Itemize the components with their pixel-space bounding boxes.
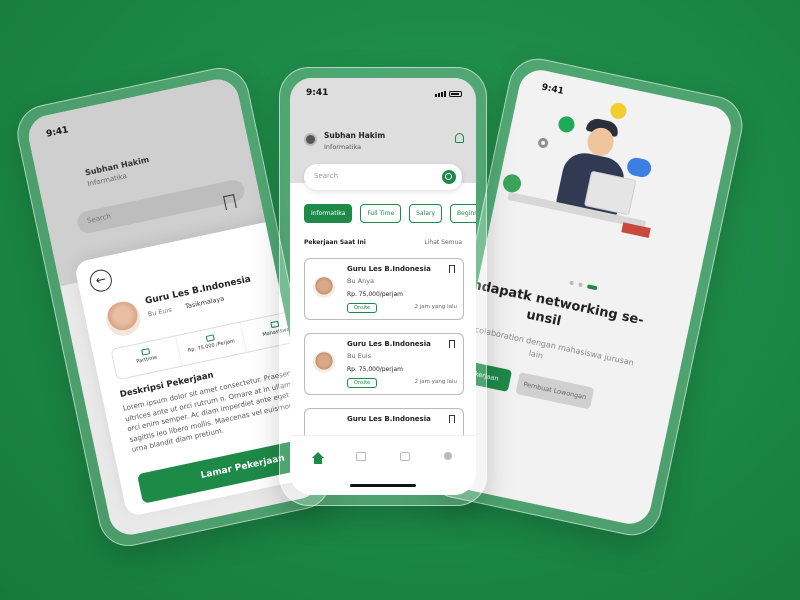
tile-parttime: Parttime bbox=[111, 336, 183, 380]
status-time: 9:41 bbox=[306, 88, 329, 98]
job-title: Guru Les B.Indonesia bbox=[347, 265, 431, 273]
status-badge: Onsite bbox=[347, 303, 378, 313]
job-card[interactable]: Guru Les B.Indonesia Bu Euis Rp. 75,000/… bbox=[304, 333, 464, 395]
teacher-name: Bu Euis bbox=[347, 352, 372, 360]
home-indicator bbox=[350, 484, 416, 487]
status-icons bbox=[435, 91, 462, 97]
avatar[interactable] bbox=[304, 133, 317, 146]
teacher-name: Bu Euis bbox=[147, 305, 173, 319]
bookmark-icon[interactable] bbox=[449, 340, 455, 348]
briefcase-icon[interactable] bbox=[400, 452, 410, 461]
back-arrow-icon[interactable]: ← bbox=[87, 267, 114, 294]
avatar bbox=[103, 298, 144, 339]
bell-icon[interactable] bbox=[455, 133, 464, 143]
filter-chips: Informatika Full Time Salary Beginner bbox=[304, 204, 476, 223]
home-icon-base bbox=[314, 458, 322, 464]
status-badge: Onsite bbox=[347, 378, 378, 388]
user-name: Subhan Hakim bbox=[324, 131, 386, 140]
status-time: 9:41 bbox=[540, 82, 565, 97]
price: Rp. 75,000/perjam bbox=[347, 291, 403, 298]
search-placeholder: Search bbox=[314, 172, 339, 180]
job-title: Guru Les B.Indonesia bbox=[347, 415, 431, 423]
books-icon bbox=[621, 222, 651, 238]
teacher-name: Bu Anya bbox=[347, 277, 375, 285]
lightbulb-icon bbox=[608, 101, 628, 121]
posted-time: 2 jam yang lalu bbox=[414, 304, 457, 310]
user-icon[interactable] bbox=[444, 452, 452, 460]
bookmark-icon[interactable] bbox=[449, 415, 455, 423]
user-role: Informatika bbox=[324, 143, 362, 151]
briefcase-icon bbox=[140, 348, 150, 356]
search-icon[interactable] bbox=[442, 170, 456, 184]
user-icon bbox=[269, 320, 279, 329]
chip-beginner[interactable]: Beginner bbox=[450, 204, 476, 223]
signal-icon bbox=[435, 91, 446, 97]
chip-full-time[interactable]: Full Time bbox=[360, 204, 402, 223]
see-all-link[interactable]: Lihat Semua bbox=[424, 239, 462, 246]
posted-time: 2 jam yang lalu bbox=[414, 379, 457, 385]
bottom-nav bbox=[290, 435, 476, 495]
home-screen: 9:41 Subhan Hakim Informatika Search Inf… bbox=[290, 78, 476, 495]
chip-salary[interactable]: Salary bbox=[409, 204, 443, 223]
center-phone-mockup: 9:41 Subhan Hakim Informatika Search Inf… bbox=[279, 67, 487, 506]
section-title: Pekerjaan Saat Ini bbox=[304, 239, 366, 246]
chat-bubble-icon bbox=[625, 156, 653, 179]
gear-icon bbox=[537, 136, 550, 149]
job-card[interactable]: Guru Les B.Indonesia Bu Anya Rp. 75,000/… bbox=[304, 258, 464, 320]
job-title: Guru Les B.Indonesia bbox=[347, 340, 431, 348]
battery-icon bbox=[449, 91, 462, 97]
avatar bbox=[313, 351, 335, 373]
mail-icon[interactable] bbox=[356, 452, 366, 461]
money-icon bbox=[205, 334, 215, 343]
check-icon bbox=[556, 114, 576, 134]
tile-salary: Rp. 75.000 /Perjam bbox=[176, 322, 247, 366]
price: Rp. 75,000/perjam bbox=[347, 366, 403, 373]
search-input[interactable]: Search bbox=[304, 164, 462, 190]
page-indicator bbox=[569, 280, 598, 291]
create-vacancy-button[interactable]: Pembuat Lowongan bbox=[515, 372, 595, 410]
plant-icon bbox=[501, 172, 523, 195]
bookmark-icon[interactable] bbox=[449, 265, 455, 273]
chip-informatika[interactable]: Informatika bbox=[304, 204, 353, 223]
avatar bbox=[313, 276, 335, 298]
